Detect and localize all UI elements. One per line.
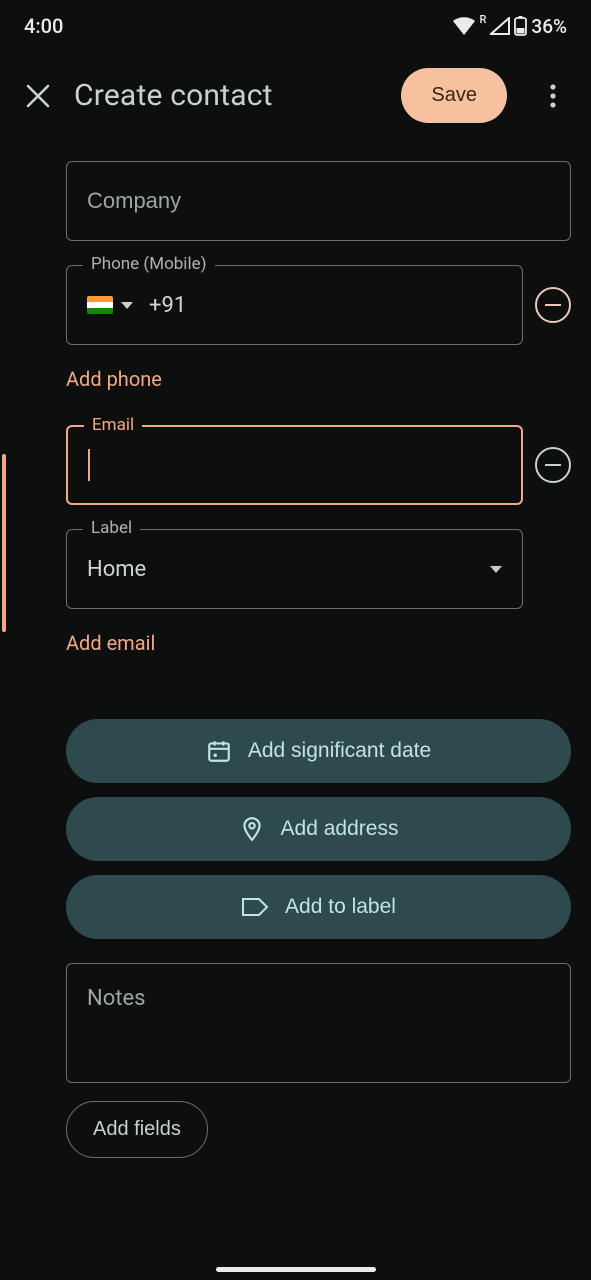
minus-icon (545, 464, 561, 467)
nav-handle[interactable] (216, 1267, 376, 1272)
roaming-indicator: R (479, 13, 486, 26)
label-value: Home (87, 557, 146, 582)
more-vert-icon (550, 84, 556, 108)
phone-value[interactable]: +91 (149, 293, 186, 318)
remove-email-button[interactable] (535, 447, 571, 483)
minus-icon (545, 304, 561, 307)
add-fields-wrap: Add fields (66, 1083, 571, 1158)
chips-section: Add significant date Add address Add to … (66, 719, 571, 939)
email-label-select[interactable]: Label Home (66, 529, 523, 609)
company-field[interactable] (66, 161, 571, 241)
signal-icon (490, 17, 510, 35)
wifi-icon (453, 17, 475, 35)
section-indicator (2, 454, 6, 632)
flag-india-icon (87, 296, 113, 314)
chevron-down-icon (121, 302, 133, 309)
notes-field-container: Notes (66, 963, 571, 1083)
notes-placeholder: Notes (87, 986, 145, 1011)
battery-percent: 36% (531, 15, 567, 38)
header: Create contact Save (0, 52, 591, 147)
more-button[interactable] (535, 78, 571, 114)
email-label: Email (84, 415, 142, 435)
company-field-container (66, 161, 571, 241)
label-caption: Label (83, 518, 140, 538)
phone-field-container: Phone (Mobile) +91 (66, 265, 523, 345)
add-label-button[interactable]: Add to label (66, 875, 571, 939)
status-right: R 36% (453, 15, 567, 38)
status-time: 4:00 (24, 14, 63, 38)
save-button[interactable]: Save (401, 68, 507, 123)
email-field[interactable]: Email (66, 425, 523, 505)
company-input[interactable] (87, 188, 550, 214)
email-field-container: Email (66, 425, 523, 505)
phone-row: Phone (Mobile) +91 (66, 265, 571, 345)
add-phone-link[interactable]: Add phone (66, 367, 162, 391)
add-email-link[interactable]: Add email (66, 631, 155, 655)
form-content: Phone (Mobile) +91 Add phone Email (0, 161, 591, 1158)
battery-icon (514, 16, 527, 36)
location-icon (239, 816, 265, 842)
label-field-container: Label Home (66, 529, 523, 609)
add-date-button[interactable]: Add significant date (66, 719, 571, 783)
close-button[interactable] (20, 78, 56, 114)
remove-phone-button[interactable] (535, 287, 571, 323)
add-fields-button[interactable]: Add fields (66, 1101, 208, 1158)
notes-field[interactable]: Notes (66, 963, 571, 1083)
status-bar: 4:00 R 36% (0, 0, 591, 52)
page-title: Create contact (74, 78, 383, 113)
country-selector[interactable] (87, 296, 133, 314)
add-address-label: Add address (281, 817, 399, 841)
close-icon (25, 83, 51, 109)
add-date-label: Add significant date (248, 739, 431, 763)
add-address-button[interactable]: Add address (66, 797, 571, 861)
chevron-down-icon (490, 566, 502, 573)
calendar-icon (206, 738, 232, 764)
label-icon (241, 896, 269, 918)
phone-field[interactable]: Phone (Mobile) +91 (66, 265, 523, 345)
add-label-text: Add to label (285, 895, 396, 919)
phone-label: Phone (Mobile) (83, 254, 215, 274)
email-row: Email (66, 425, 571, 505)
